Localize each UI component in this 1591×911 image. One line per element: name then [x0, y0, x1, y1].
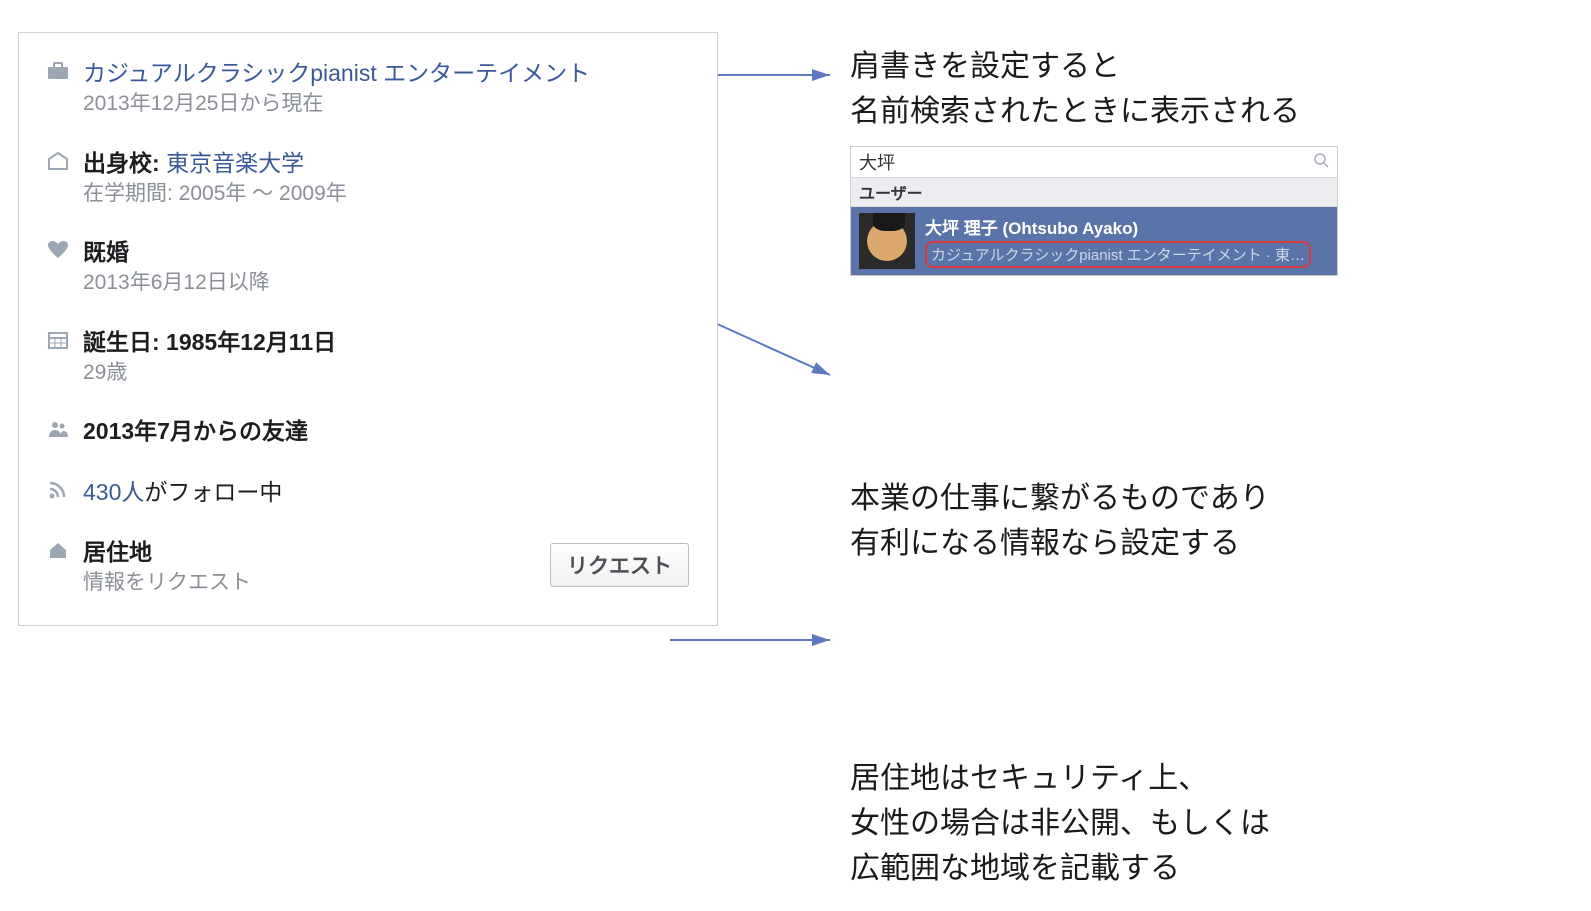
search-result-item[interactable]: 大坪 理子 (Ohtsubo Ayako) カジュアルクラシックpianist …	[851, 207, 1337, 275]
school-label: 出身校:	[83, 150, 166, 176]
profile-about-card: カジュアルクラシックpianist エンターテイメント 2013年12月25日か…	[18, 32, 718, 626]
search-icon[interactable]	[1313, 152, 1329, 173]
annotation-2: 本業の仕事に繋がるものであり 有利になる情報なら設定する	[850, 476, 1570, 566]
school-row: 出身校: 東京音楽大学 在学期間: 2005年 ～ 2009年	[47, 147, 689, 209]
work-title[interactable]: カジュアルクラシックpianist エンターテイメント	[83, 57, 689, 89]
search-field-row[interactable]: 大坪	[851, 147, 1337, 178]
birthday-sub: 29歳	[83, 358, 689, 387]
search-result-widget: 大坪 ユーザー 大坪 理子 (Ohtsubo Ayako) カジュアルクラシック…	[850, 146, 1338, 276]
marital-row: 既婚 2013年6月12日以降	[47, 236, 689, 298]
annotations-panel: 肩書きを設定すると 名前検索されたときに表示される 大坪 ユーザー 大坪 理子 …	[850, 44, 1570, 911]
friends-icon	[47, 415, 83, 445]
school-sub: 在学期間: 2005年 ～ 2009年	[83, 179, 689, 208]
marital-sub: 2013年6月12日以降	[83, 268, 689, 297]
result-subtitle-highlighted: カジュアルクラシックpianist エンターテイメント · 東…	[925, 241, 1311, 268]
avatar	[859, 213, 915, 269]
result-name: 大坪 理子 (Ohtsubo Ayako)	[925, 214, 1329, 239]
marital-status: 既婚	[83, 236, 689, 268]
request-button[interactable]: リクエスト	[550, 543, 689, 587]
work-row: カジュアルクラシックpianist エンターテイメント 2013年12月25日か…	[47, 57, 689, 119]
calendar-icon	[47, 326, 83, 356]
birthday-label: 誕生日: 1985年12月11日	[83, 326, 689, 358]
work-sub: 2013年12月25日から現在	[83, 89, 689, 118]
birthday-row: 誕生日: 1985年12月11日 29歳	[47, 326, 689, 388]
followers-suffix: がフォロー中	[144, 479, 282, 505]
friends-since: 2013年7月からの友達	[83, 415, 689, 447]
followers-count[interactable]: 430人	[83, 479, 144, 505]
school-name[interactable]: 東京音楽大学	[166, 150, 304, 176]
annotation-3: 居住地はセキュリティ上、 女性の場合は非公開、もしくは 広範囲な地域を記載する	[850, 756, 1570, 891]
search-query: 大坪	[859, 149, 1313, 175]
followers-row: 430人がフォロー中	[47, 476, 689, 508]
search-section-header: ユーザー	[851, 178, 1337, 207]
rss-icon	[47, 476, 83, 506]
home-icon	[47, 536, 83, 566]
annotation-1: 肩書きを設定すると 名前検索されたときに表示される	[850, 44, 1570, 134]
friends-row: 2013年7月からの友達	[47, 415, 689, 447]
briefcase-icon	[47, 57, 83, 87]
school-icon	[47, 147, 83, 177]
heart-icon	[47, 236, 83, 266]
